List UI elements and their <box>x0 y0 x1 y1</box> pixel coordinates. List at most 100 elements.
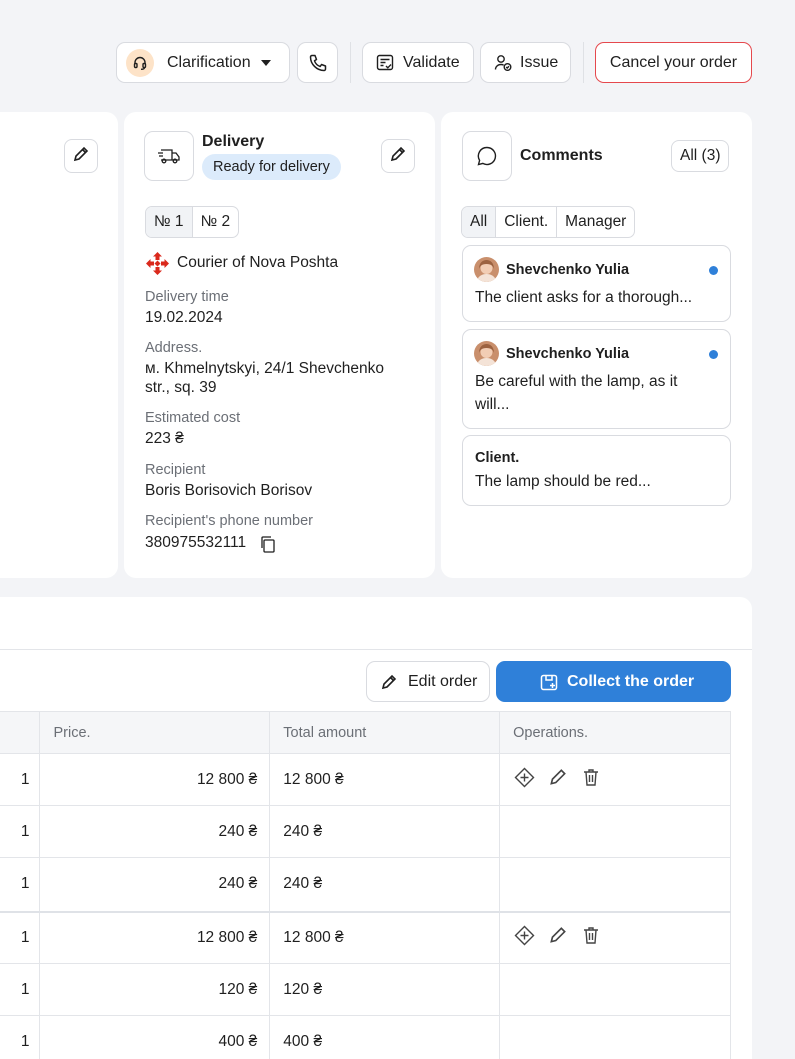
truck-icon <box>144 131 194 181</box>
checklist-icon <box>375 53 395 73</box>
nova-poshta-logo <box>145 251 170 280</box>
delivery-time-label: Delivery time <box>145 289 229 305</box>
delete-item-icon[interactable] <box>581 767 601 792</box>
cancel-order-button[interactable]: Cancel your order <box>595 42 752 83</box>
row-price: 12 800 ₴ <box>39 753 271 806</box>
shipment-tabs: № 1 № 2 <box>145 206 240 238</box>
tab-comments-manager[interactable]: Manager <box>557 207 634 237</box>
edit-order-label: Edit order <box>408 672 478 690</box>
comment-item[interactable]: Shevchenko Yulia Be careful with the lam… <box>462 329 731 429</box>
avatar <box>474 341 499 366</box>
table-row: 1 240 ₴ 240 ₴ <box>0 805 731 858</box>
unread-indicator <box>709 266 718 275</box>
customer-card <box>0 112 118 578</box>
address-line-2: str., sq. 39 <box>145 379 217 396</box>
comment-text: The lamp should be red... <box>475 473 651 490</box>
chat-icon <box>462 131 512 181</box>
delivery-title: Delivery <box>202 133 265 150</box>
delivery-card: Delivery Ready for delivery № 1 № 2 Cour… <box>124 112 435 578</box>
add-item-icon[interactable] <box>514 925 535 951</box>
row-price: 240 ₴ <box>39 805 271 858</box>
table-row: 1 400 ₴ 400 ₴ <box>0 1015 731 1059</box>
collect-order-label: Collect the order <box>567 672 695 690</box>
column-header-qty <box>0 711 41 754</box>
validate-button[interactable]: Validate <box>362 42 474 83</box>
order-header-toolbar: Clarification Validate Issue Cancel your… <box>0 0 795 110</box>
row-total: 240 ₴ <box>269 805 501 858</box>
address-label: Address. <box>145 340 203 356</box>
delete-item-icon[interactable] <box>581 925 601 950</box>
user-check-icon <box>493 53 513 73</box>
cancel-order-label: Cancel your order <box>609 53 738 71</box>
validate-label: Validate <box>403 53 460 71</box>
row-qty: 1 <box>0 963 41 1016</box>
row-total: 12 800 ₴ <box>269 753 501 806</box>
row-qty: 1 <box>0 753 41 806</box>
table-header-row: Price. Total amount Operations. <box>0 711 731 754</box>
toolbar-divider <box>350 42 351 83</box>
pencil-icon <box>72 145 90 167</box>
copy-icon[interactable] <box>259 535 277 558</box>
comments-filter-all[interactable]: All (3) <box>671 140 730 172</box>
table-row: 1 240 ₴ 240 ₴ <box>0 857 731 912</box>
row-price: 240 ₴ <box>39 857 271 912</box>
edit-order-button[interactable]: Edit order <box>366 661 490 702</box>
headset-icon <box>126 48 154 77</box>
status-badge: Ready for delivery <box>202 154 341 180</box>
cost-label: Estimated cost <box>145 410 241 426</box>
table-row: 1 12 800 ₴ 12 800 ₴ <box>0 910 731 964</box>
address-line-1: м. Khmelnytskyi, 24/1 Shevchenko <box>145 360 384 377</box>
comment-author: Shevchenko Yulia <box>506 346 630 362</box>
tab-shipment-1[interactable]: № 1 <box>146 207 193 237</box>
edit-customer-button[interactable] <box>64 139 98 173</box>
edit-item-icon[interactable] <box>548 925 568 950</box>
row-price: 120 ₴ <box>39 963 271 1016</box>
column-header-price: Price. <box>39 711 271 754</box>
row-total: 120 ₴ <box>269 963 501 1016</box>
recipient-label: Recipient <box>145 462 206 478</box>
comment-author: Client. <box>475 450 520 466</box>
call-button[interactable] <box>297 42 338 83</box>
row-qty: 1 <box>0 1015 41 1059</box>
comment-item[interactable]: Shevchenko Yulia The client asks for a t… <box>462 245 731 322</box>
add-item-icon[interactable] <box>514 767 535 793</box>
issue-button[interactable]: Issue <box>480 42 571 83</box>
row-operations <box>499 910 731 964</box>
comment-text: The client asks for a thorough... <box>475 289 693 306</box>
row-total: 240 ₴ <box>269 857 501 912</box>
recipient-value: Boris Borisovich Borisov <box>145 482 313 499</box>
collect-order-button[interactable]: Collect the order <box>496 661 731 702</box>
pencil-icon <box>389 145 407 167</box>
row-qty: 1 <box>0 805 41 858</box>
issue-label: Issue <box>520 53 559 71</box>
row-total: 400 ₴ <box>269 1015 501 1059</box>
comments-title: Comments <box>520 147 603 164</box>
recipient-phone-label: Recipient's phone number <box>145 513 314 529</box>
status-select-label: Clarification <box>167 53 251 71</box>
edit-delivery-button[interactable] <box>381 139 415 173</box>
comment-text-line-2: will... <box>475 396 510 413</box>
chevron-down-icon <box>260 59 271 66</box>
toolbar-divider <box>583 42 584 83</box>
carrier-name: Courier of Nova Poshta <box>177 254 339 271</box>
tab-comments-client[interactable]: Client. <box>496 207 558 237</box>
recipient-phone-value: 380975532111 <box>145 534 247 551</box>
order-items-table: Price. Total amount Operations. 1 12 800… <box>0 711 731 1059</box>
row-operations <box>499 963 731 1016</box>
row-operations <box>499 1015 731 1059</box>
comment-item[interactable]: Client. The lamp should be red... <box>462 435 731 506</box>
phone-icon <box>308 53 328 73</box>
column-header-total: Total amount <box>269 711 501 754</box>
package-add-icon <box>539 672 559 692</box>
tab-comments-all[interactable]: All <box>462 207 497 237</box>
edit-item-icon[interactable] <box>548 767 568 792</box>
tab-shipment-2[interactable]: № 2 <box>193 207 239 237</box>
row-operations <box>499 805 731 858</box>
avatar <box>474 257 499 282</box>
row-qty: 1 <box>0 857 41 912</box>
status-select[interactable]: Clarification <box>116 42 290 83</box>
delivery-time-value: 19.02.2024 <box>145 309 223 326</box>
row-operations <box>499 753 731 806</box>
cost-value: 223 ₴ <box>145 430 184 447</box>
row-price: 12 800 ₴ <box>39 910 271 964</box>
